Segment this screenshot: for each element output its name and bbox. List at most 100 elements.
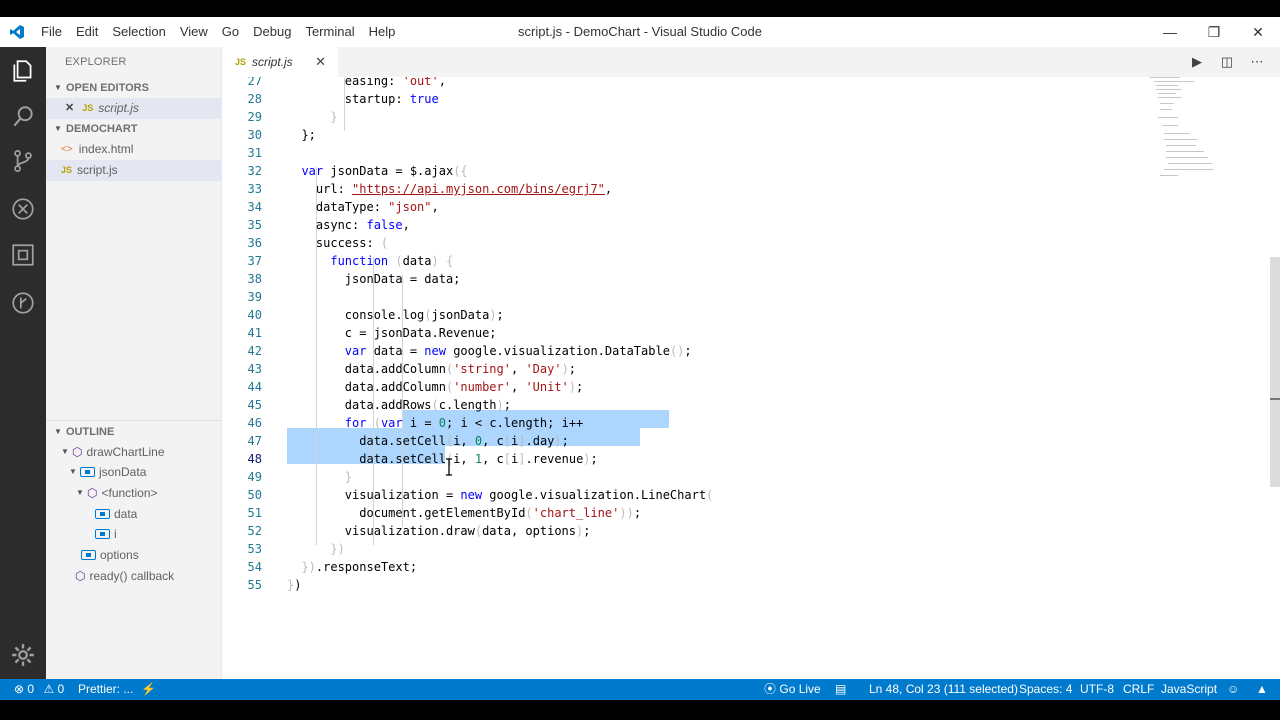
code-line-46: for (var i = 0; i < c.length; i++ <box>344 416 584 430</box>
code-line-28: startup: true <box>287 92 439 106</box>
code-line-50: visualization = new google.visualization… <box>287 488 714 502</box>
more-actions-icon[interactable]: ⋯ <box>1242 54 1272 70</box>
menu-edit[interactable]: Edit <box>69 17 105 47</box>
chevron-down-icon: ▼ <box>54 124 62 133</box>
search-icon[interactable] <box>0 95 46 139</box>
js-file-icon: JS <box>82 103 94 113</box>
prettier-status[interactable]: Prettier: ... <box>78 679 133 700</box>
text-cursor-icon <box>445 458 452 476</box>
tab-script-js[interactable]: JS script.js ✕ <box>222 47 338 77</box>
extensions-icon[interactable] <box>0 233 46 277</box>
eol-status[interactable]: CRLF <box>1123 679 1154 700</box>
window-controls: — ❐ ✕ <box>1148 17 1280 47</box>
open-editor-item-script[interactable]: ✕ JS script.js <box>46 98 222 119</box>
minimize-icon[interactable]: — <box>1148 17 1192 47</box>
outline-item-i[interactable]: i <box>46 524 222 544</box>
menu-selection[interactable]: Selection <box>105 17 172 47</box>
menu-debug[interactable]: Debug <box>246 17 298 47</box>
outline-item-data[interactable]: data <box>46 504 222 524</box>
cursor-position[interactable]: Ln 48, Col 23 (111 selected) <box>869 679 1018 700</box>
feedback-smiley-icon[interactable]: ☺ <box>1227 679 1239 700</box>
js-file-icon: JS <box>235 57 247 67</box>
chevron-down-icon: ▼ <box>54 83 62 92</box>
menu-file[interactable]: File <box>34 17 69 47</box>
close-window-icon[interactable]: ✕ <box>1236 17 1280 47</box>
open-editors-section[interactable]: ▼ OPEN EDITORS <box>46 77 222 99</box>
file-item-script-js[interactable]: JS script.js <box>46 160 222 181</box>
outline-label: data <box>114 507 138 521</box>
outline-item-drawchartline[interactable]: ▼ ⬡ drawChartLine <box>46 442 222 462</box>
code-line-37: function (data) { <box>330 254 454 268</box>
outline-item-ready-callback[interactable]: ⬡ ready() callback <box>46 566 222 586</box>
chevron-down-icon: ▼ <box>61 447 69 456</box>
outline-label: ready() callback <box>89 569 175 583</box>
tab-label: script.js <box>252 55 293 69</box>
go-live-button[interactable]: ⦿ Go Live <box>764 679 821 700</box>
outline-label: jsonData <box>99 465 147 479</box>
menu-go[interactable]: Go <box>215 17 246 47</box>
line-number: 53 <box>247 542 262 556</box>
problems-indicator[interactable]: ⊗ 0 ⚠ 0 <box>14 679 64 700</box>
warning-count: 0 <box>57 682 65 696</box>
explorer-icon[interactable] <box>0 49 46 93</box>
editor-actions: ▶ ◫ ⋯ <box>1182 47 1272 77</box>
chevron-down-icon: ▼ <box>69 467 77 476</box>
variable-icon <box>95 509 110 519</box>
outline-section[interactable]: ▼ OUTLINE <box>46 420 222 442</box>
settings-gear-icon[interactable] <box>0 633 46 677</box>
warning-icon: ⚠ <box>43 682 55 696</box>
line-number: 37 <box>247 254 262 268</box>
menu-terminal[interactable]: Terminal <box>298 17 361 47</box>
code-line-53: }) <box>330 542 345 556</box>
restore-icon[interactable]: ❐ <box>1192 17 1236 47</box>
code-line-44: data.addColumn('number', 'Unit'); <box>287 380 584 394</box>
outline-item-options[interactable]: options <box>46 545 222 565</box>
remote-icon[interactable] <box>0 281 46 325</box>
terminal-icon[interactable]: ▤ <box>835 679 846 700</box>
open-editor-label: script.js <box>98 101 139 115</box>
line-number: 44 <box>247 380 262 394</box>
file-label: script.js <box>77 163 118 177</box>
line-number: 54 <box>247 560 262 574</box>
line-number: 42 <box>247 344 262 358</box>
debug-icon[interactable] <box>0 187 46 231</box>
indentation-status[interactable]: Spaces: 4 <box>1019 679 1072 700</box>
method-icon: ⬡ <box>75 569 86 583</box>
menu-view[interactable]: View <box>173 17 215 47</box>
language-mode[interactable]: JavaScript <box>1161 679 1217 700</box>
vertical-scrollbar[interactable] <box>1270 257 1280 487</box>
notifications-bell-icon[interactable]: ▲ <box>1256 679 1268 700</box>
chevron-down-icon: ▼ <box>76 488 84 497</box>
activity-bar <box>0 47 46 679</box>
outline-item-jsondata[interactable]: ▼ jsonData <box>46 462 222 482</box>
line-number: 46 <box>247 416 262 430</box>
error-icon: ⊗ <box>14 682 25 696</box>
broadcast-icon: ⦿ <box>764 682 777 696</box>
close-icon[interactable]: ✕ <box>65 98 74 119</box>
code-editor[interactable]: 27 28 29 30 31 32 33 34 35 36 37 38 39 40 41 42 43 44 45 46… <box>222 77 1280 679</box>
minimap[interactable] <box>1150 77 1220 187</box>
file-item-index-html[interactable]: <> index.html <box>46 139 222 160</box>
line-number: 43 <box>247 362 262 376</box>
method-icon: ⬡ <box>87 486 98 500</box>
close-tab-icon[interactable]: ✕ <box>315 54 326 70</box>
code-line-32: var jsonData = $.ajax({ <box>301 164 468 178</box>
code-line-36: success: ( <box>287 236 389 250</box>
lightning-icon[interactable]: ⚡ <box>141 679 156 700</box>
outline-label: <function> <box>101 486 158 500</box>
line-number: 39 <box>247 290 262 304</box>
source-control-icon[interactable] <box>0 139 46 183</box>
split-editor-icon[interactable]: ◫ <box>1212 54 1242 70</box>
menu-help[interactable]: Help <box>362 17 403 47</box>
line-number: 35 <box>247 218 262 232</box>
folder-section[interactable]: ▼ DEMOCHART <box>46 118 222 140</box>
outline-item-function[interactable]: ▼ ⬡ <function> <box>46 483 222 503</box>
variable-icon <box>80 467 95 477</box>
encoding-status[interactable]: UTF-8 <box>1080 679 1114 700</box>
outline-label: OUTLINE <box>66 425 115 438</box>
folder-label: DEMOCHART <box>66 123 138 135</box>
letterbox-top <box>0 0 1280 17</box>
run-icon[interactable]: ▶ <box>1182 54 1212 70</box>
code-line-41: c = jsonData.Revenue; <box>287 326 497 340</box>
html-file-icon: <> <box>61 144 73 155</box>
